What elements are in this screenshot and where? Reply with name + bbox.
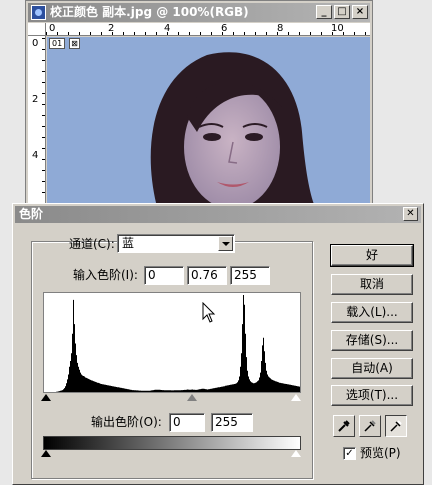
layer-badge: 01 — [49, 38, 66, 49]
gray-eyedropper-button[interactable] — [359, 415, 381, 437]
preview-label: 预览(P) — [360, 446, 401, 460]
options-button[interactable]: 选项(T)... — [331, 385, 413, 406]
portrait-photo — [150, 52, 314, 204]
input-black-handle[interactable] — [41, 394, 51, 401]
eyedropper-white-icon — [390, 420, 402, 432]
output-white-field[interactable]: 255 — [211, 413, 253, 432]
ruler-origin[interactable] — [28, 23, 46, 36]
black-eyedropper-button[interactable] — [333, 415, 355, 437]
ruler-label: 2 — [32, 94, 39, 105]
preview-checkbox[interactable]: ✓ — [343, 447, 356, 460]
output-slider[interactable] — [41, 450, 303, 460]
ruler-label: 10 — [331, 23, 344, 34]
mouse-cursor-icon — [202, 302, 216, 323]
input-white-field[interactable]: 255 — [230, 266, 270, 285]
dialog-titlebar[interactable]: 色阶 ✕ — [15, 206, 421, 223]
ruler-label: 2 — [108, 23, 115, 34]
document-window: 校正颜色 副本.jpg @ 100%(RGB) _ □ × 0 2 4 6 8 … — [25, 0, 373, 205]
ruler-vertical[interactable]: 0 2 4 — [28, 36, 46, 204]
document-titlebar[interactable]: 校正颜色 副本.jpg @ 100%(RGB) _ □ × — [28, 3, 370, 22]
output-black-field[interactable]: 0 — [169, 413, 205, 432]
input-slider[interactable] — [41, 394, 303, 404]
eyedropper-black-icon — [338, 420, 350, 432]
maximize-button[interactable]: □ — [334, 5, 350, 19]
eyedropper-gray-icon — [364, 420, 376, 432]
input-black-field[interactable]: 0 — [144, 266, 184, 285]
ruler-label: 4 — [32, 150, 39, 161]
white-eyedropper-button[interactable] — [385, 415, 407, 437]
histogram-chart — [44, 293, 300, 392]
input-levels-label: 输入色阶(I): — [73, 268, 138, 282]
channel-select-value: 蓝 — [122, 236, 135, 250]
output-levels-label: 输出色阶(O): — [91, 415, 162, 429]
input-gamma-field[interactable]: 0.76 — [187, 266, 227, 285]
document-title: 校正颜色 副本.jpg @ 100%(RGB) — [50, 5, 249, 19]
ruler-horizontal[interactable]: 0 2 4 6 8 10 — [46, 23, 370, 36]
cancel-button[interactable]: 取消 — [331, 274, 413, 295]
levels-dialog: 色阶 ✕ 通道(C): 蓝 输入色阶(I): 0 0.76 255 输出色阶(O… — [12, 203, 424, 485]
input-gamma-handle[interactable] — [187, 394, 197, 401]
ruler-label: 6 — [221, 23, 228, 34]
histogram — [43, 292, 301, 393]
input-white-handle[interactable] — [290, 394, 302, 402]
output-white-handle[interactable] — [290, 450, 302, 458]
save-button[interactable]: 存储(S)... — [331, 330, 413, 351]
ruler-label: 8 — [277, 23, 284, 34]
channel-select[interactable]: 蓝 — [117, 234, 235, 253]
image-canvas[interactable]: 01 ⊠ — [47, 37, 370, 204]
dialog-close-button[interactable]: ✕ — [403, 207, 418, 221]
ruler-label: 4 — [164, 23, 171, 34]
load-button[interactable]: 载入(L)... — [331, 302, 413, 323]
auto-button[interactable]: 自动(A) — [331, 358, 413, 379]
minimize-button[interactable]: _ — [316, 5, 332, 19]
output-black-handle[interactable] — [41, 450, 51, 457]
ruler-label: 0 — [49, 23, 56, 34]
dialog-title: 色阶 — [19, 207, 44, 221]
chevron-down-icon[interactable] — [218, 236, 233, 251]
close-button[interactable]: × — [352, 5, 368, 19]
channel-label: 通道(C): — [69, 237, 115, 251]
ruler-label: 0 — [32, 38, 39, 49]
output-gradient-bar — [43, 436, 301, 450]
photoshop-document-icon — [31, 5, 46, 20]
close-small-icon[interactable]: ⊠ — [69, 38, 80, 49]
ok-button[interactable]: 好 — [330, 244, 414, 267]
